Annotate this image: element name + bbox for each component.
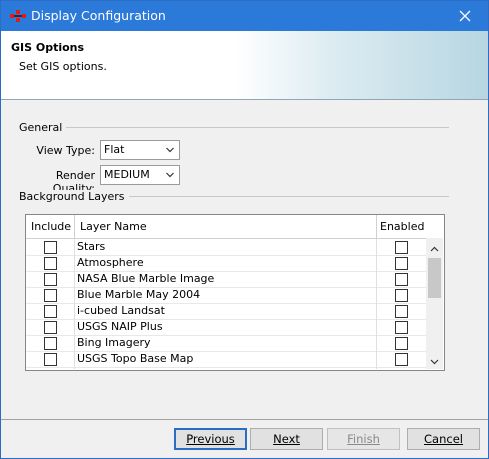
include-checkbox[interactable] — [44, 337, 57, 350]
include-checkbox[interactable] — [44, 321, 57, 334]
layer-name: USGS NAIP Plus — [77, 320, 163, 333]
general-divider — [19, 127, 449, 128]
next-button[interactable]: Next — [250, 428, 323, 450]
table-row[interactable]: Bing Imagery — [26, 335, 426, 352]
cell-divider — [74, 239, 75, 255]
enabled-checkbox[interactable] — [395, 289, 408, 302]
include-checkbox[interactable] — [44, 241, 57, 254]
enabled-checkbox[interactable] — [395, 321, 408, 334]
table-header: Include Layer Name Enabled — [26, 215, 426, 239]
cell-divider — [376, 271, 377, 287]
title-bar: Display Configuration — [1, 1, 488, 31]
layer-name: i-cubed Landsat — [77, 304, 165, 317]
enabled-checkbox[interactable] — [395, 305, 408, 318]
table-row[interactable]: i-cubed Landsat — [26, 303, 426, 320]
include-checkbox[interactable] — [44, 257, 57, 270]
column-divider — [376, 215, 377, 238]
cell-divider — [74, 367, 75, 369]
close-button[interactable] — [442, 1, 488, 31]
table-row[interactable]: USGS NAIP Plus — [26, 319, 426, 336]
view-type-label: View Type: — [36, 144, 95, 157]
chevron-up-icon — [430, 246, 439, 252]
window-title: Display Configuration — [31, 8, 166, 23]
cell-divider — [376, 303, 377, 319]
cell-divider — [74, 351, 75, 367]
page-title: GIS Options — [11, 41, 85, 54]
layer-name: Bing Imagery — [77, 336, 151, 349]
background-layers-table: Include Layer Name Enabled Stars Atmosph… — [25, 214, 445, 371]
cell-divider — [376, 287, 377, 303]
previous-button[interactable]: Previous — [174, 428, 247, 450]
enabled-checkbox[interactable] — [395, 353, 408, 366]
cell-divider — [74, 335, 75, 351]
table-row-partial[interactable] — [26, 367, 426, 369]
cancel-button-label: Cancel — [424, 432, 463, 446]
previous-button-label: Previous — [186, 432, 235, 446]
layer-name: Stars — [77, 240, 106, 253]
cell-divider — [376, 239, 377, 255]
cell-divider — [74, 255, 75, 271]
layer-name: NASA Blue Marble Image — [77, 272, 215, 285]
scroll-down-button[interactable] — [426, 355, 443, 369]
cell-divider — [74, 271, 75, 287]
chevron-down-icon — [166, 172, 174, 178]
cell-divider — [376, 351, 377, 367]
render-quality-value: MEDIUM — [104, 168, 150, 181]
render-quality-select[interactable]: MEDIUM — [100, 165, 180, 185]
header-banner: GIS Options Set GIS options. — [1, 31, 488, 100]
column-divider — [74, 215, 75, 238]
enabled-checkbox[interactable] — [395, 337, 408, 350]
cell-divider — [74, 319, 75, 335]
table-row[interactable]: NASA Blue Marble Image — [26, 271, 426, 288]
column-header-layer-name[interactable]: Layer Name — [80, 215, 147, 238]
include-checkbox[interactable] — [44, 273, 57, 286]
cell-divider — [376, 335, 377, 351]
finish-button-label: Finish — [347, 432, 380, 446]
app-icon — [10, 10, 26, 22]
general-group-label: General — [19, 121, 67, 134]
table-row[interactable]: Stars — [26, 239, 426, 256]
layer-name: Blue Marble May 2004 — [77, 288, 201, 301]
chevron-down-icon — [430, 359, 439, 365]
column-header-include[interactable]: Include — [31, 215, 71, 238]
finish-button[interactable]: Finish — [327, 428, 400, 450]
include-checkbox[interactable] — [44, 305, 57, 318]
enabled-checkbox[interactable] — [395, 241, 408, 254]
include-checkbox[interactable] — [44, 353, 57, 366]
column-header-enabled[interactable]: Enabled — [380, 215, 424, 238]
enabled-checkbox[interactable] — [395, 273, 408, 286]
table-row[interactable]: Atmosphere — [26, 255, 426, 272]
close-icon — [459, 10, 471, 22]
cell-divider — [376, 367, 377, 369]
next-button-label: Next — [273, 432, 300, 446]
cancel-button[interactable]: Cancel — [407, 428, 480, 450]
cell-divider — [74, 287, 75, 303]
chevron-down-icon — [166, 147, 174, 153]
view-type-select[interactable]: Flat — [100, 140, 180, 160]
scrollbar-thumb[interactable] — [428, 258, 441, 298]
enabled-checkbox[interactable] — [395, 257, 408, 270]
layer-name: Atmosphere — [77, 256, 144, 269]
cell-divider — [74, 303, 75, 319]
table-row[interactable]: USGS Topo Base Map — [26, 351, 426, 368]
cell-divider — [376, 319, 377, 335]
view-type-value: Flat — [104, 143, 125, 156]
page-subtitle: Set GIS options. — [19, 60, 107, 73]
footer-divider — [1, 419, 488, 420]
table-body: Stars Atmosphere NASA Blue Marble Image — [26, 239, 426, 369]
cell-divider — [376, 255, 377, 271]
include-checkbox[interactable] — [44, 289, 57, 302]
table-row[interactable]: Blue Marble May 2004 — [26, 287, 426, 304]
scroll-up-button[interactable] — [426, 242, 443, 256]
display-configuration-dialog: Display Configuration GIS Options Set GI… — [0, 0, 489, 459]
layer-name: USGS Topo Base Map — [77, 352, 194, 365]
vertical-scrollbar[interactable] — [426, 238, 443, 369]
background-layers-group-label: Background Layers — [19, 190, 129, 203]
